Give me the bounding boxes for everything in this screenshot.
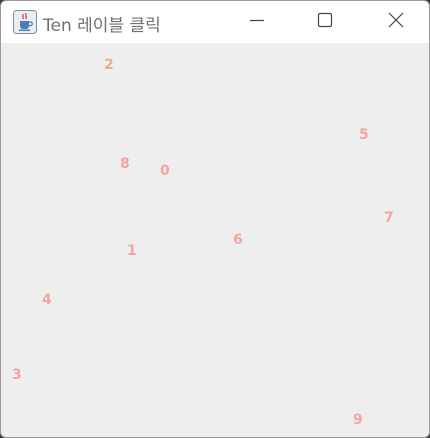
number-label-7[interactable]: 7: [384, 210, 394, 226]
number-label-8[interactable]: 8: [120, 156, 130, 172]
content-pane: 0 1 2 3 4 5 6 7 8 9: [1, 43, 429, 437]
title-bar[interactable]: Ten 레이블 클릭: [1, 1, 429, 43]
maximize-icon: [317, 12, 333, 32]
number-label-1[interactable]: 1: [127, 243, 137, 259]
app-window: Ten 레이블 클릭 0 1 2 3 4 5 6 7 8 9: [0, 0, 430, 438]
number-label-3[interactable]: 3: [12, 367, 22, 383]
number-label-0[interactable]: 0: [160, 163, 170, 179]
number-label-9[interactable]: 9: [353, 412, 363, 428]
close-button[interactable]: [373, 1, 419, 43]
number-label-5[interactable]: 5: [359, 127, 369, 143]
maximize-button[interactable]: [302, 1, 348, 43]
number-label-2[interactable]: 2: [104, 57, 114, 73]
number-label-6[interactable]: 6: [233, 232, 243, 248]
minimize-icon: [249, 12, 265, 32]
java-coffee-icon: [13, 10, 37, 34]
window-title: Ten 레이블 클릭: [43, 16, 161, 36]
minimize-button[interactable]: [234, 1, 280, 43]
close-icon: [388, 12, 404, 32]
number-label-4[interactable]: 4: [42, 292, 52, 308]
